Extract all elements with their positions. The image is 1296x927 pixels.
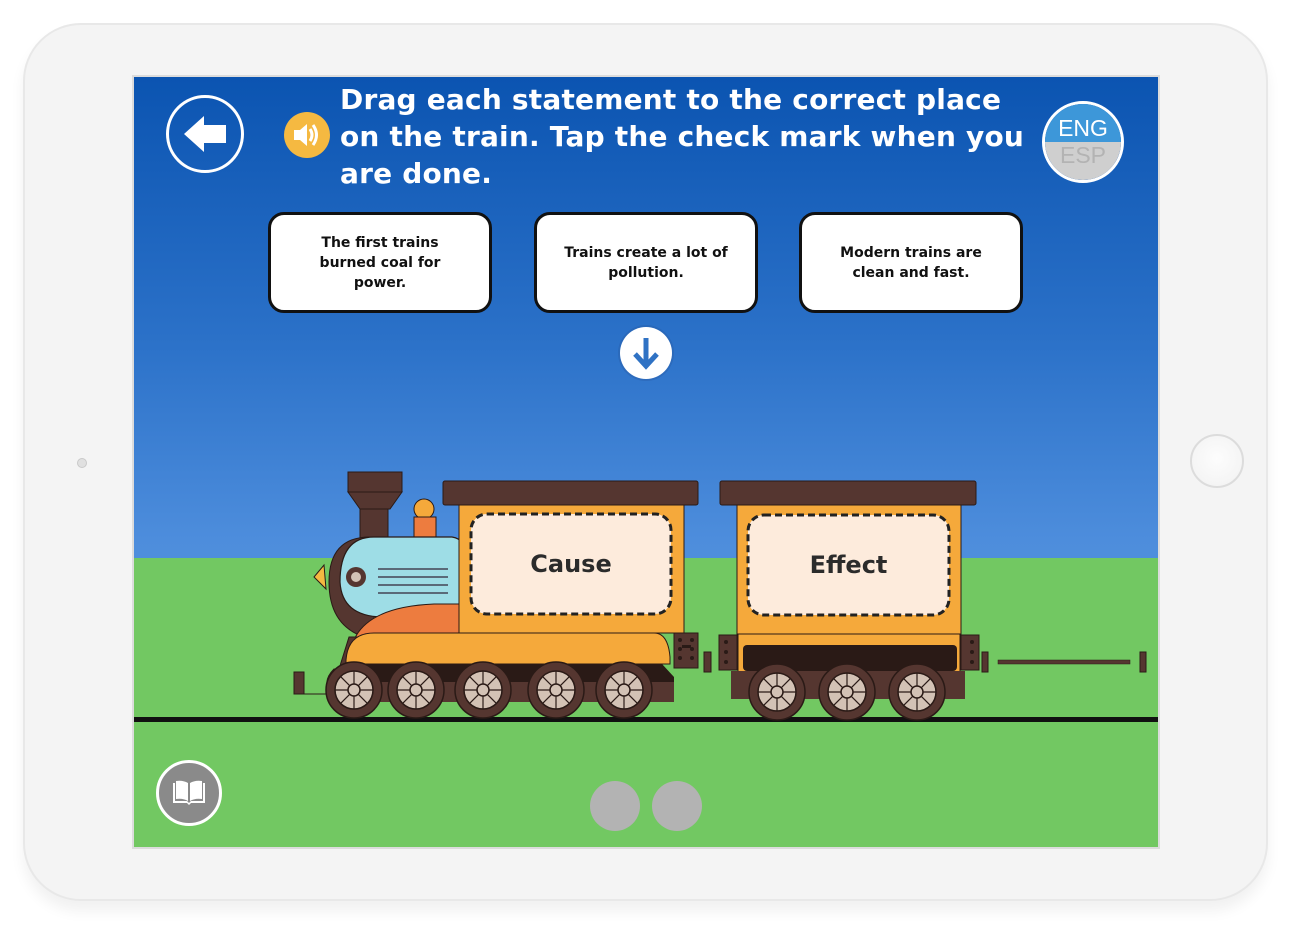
wheel [595, 661, 653, 719]
drop-zone-effect[interactable]: Effect [748, 515, 949, 615]
wheel [888, 663, 946, 721]
wheel [818, 663, 876, 721]
book-icon [173, 780, 205, 805]
book-button[interactable] [156, 760, 222, 826]
wheel [454, 661, 512, 719]
wheel [325, 661, 383, 719]
camera-icon [77, 458, 87, 468]
page-dot[interactable] [590, 781, 640, 831]
wheel [527, 661, 585, 719]
wheel [387, 661, 445, 719]
train-illustration [134, 471, 1158, 722]
page-dot[interactable] [652, 781, 702, 831]
home-button[interactable] [1190, 434, 1244, 488]
drop-zone-cause[interactable]: Cause [471, 514, 671, 614]
wheel [748, 663, 806, 721]
app-screen: Drag each statement to the correct place… [132, 75, 1160, 849]
